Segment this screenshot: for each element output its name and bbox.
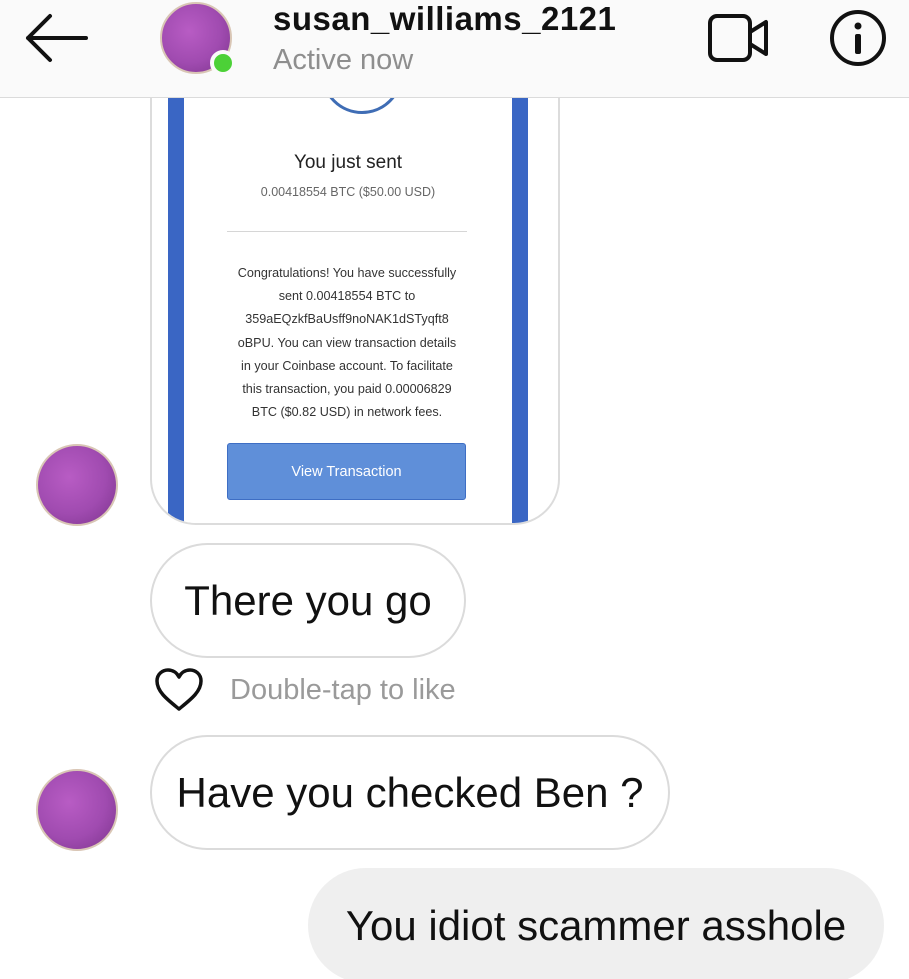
receipt-line: oBPU. You can view transaction details (237, 335, 457, 350)
message-text: Have you checked Ben ? (176, 768, 644, 816)
receipt-line: BTC ($0.82 USD) in network fees. (251, 405, 443, 420)
receipt-title: You just sent (293, 152, 403, 173)
sender-avatar[interactable] (36, 444, 118, 526)
receipt-divider (227, 231, 467, 232)
chat-header: susan_williams_2121 Active now (0, 0, 909, 98)
double-tap-hint: Double-tap to like (230, 673, 456, 706)
back-arrow-icon[interactable] (22, 12, 90, 64)
message-text: There you go (184, 576, 432, 624)
message-bubble-incoming[interactable]: Have you checked Ben ? (150, 735, 670, 850)
avatar-image (36, 769, 118, 851)
sender-avatar[interactable] (36, 769, 118, 851)
heart-icon[interactable] (154, 667, 204, 713)
video-call-icon[interactable] (706, 10, 772, 66)
avatar-image (36, 444, 118, 526)
receipt-line: 359aEQzkfBaUsff9noNAK1dSTyqft8 (245, 312, 449, 327)
receipt-line: sent 0.00418554 BTC to (278, 289, 416, 304)
message-bubble-outgoing[interactable]: You idiot scammer asshole (308, 868, 884, 979)
shared-image-message[interactable]: You just sent 0.00418554 BTC ($50.00 USD… (150, 40, 560, 525)
view-transaction-button: View Transaction (227, 443, 466, 500)
profile-avatar[interactable] (160, 2, 236, 76)
receipt-line: in your Coinbase account. To facilitate (241, 358, 453, 373)
message-bubble-incoming[interactable]: There you go (150, 543, 466, 658)
receipt-body: Congratulations! You have successfully s… (224, 262, 470, 424)
receipt-amount: 0.00418554 BTC ($50.00 USD) (260, 185, 436, 199)
activity-status: Active now (273, 44, 414, 76)
info-icon[interactable] (828, 8, 888, 68)
message-text: You idiot scammer asshole (345, 901, 847, 949)
contact-username[interactable]: susan_williams_2121 (273, 0, 616, 38)
receipt-line: this transaction, you paid 0.00006829 (242, 382, 452, 397)
like-row: Double-tap to like (154, 666, 456, 714)
online-status-dot (210, 50, 236, 76)
transaction-receipt: You just sent 0.00418554 BTC ($50.00 USD… (168, 42, 528, 523)
receipt-line: Congratulations! You have successfully (237, 266, 457, 280)
